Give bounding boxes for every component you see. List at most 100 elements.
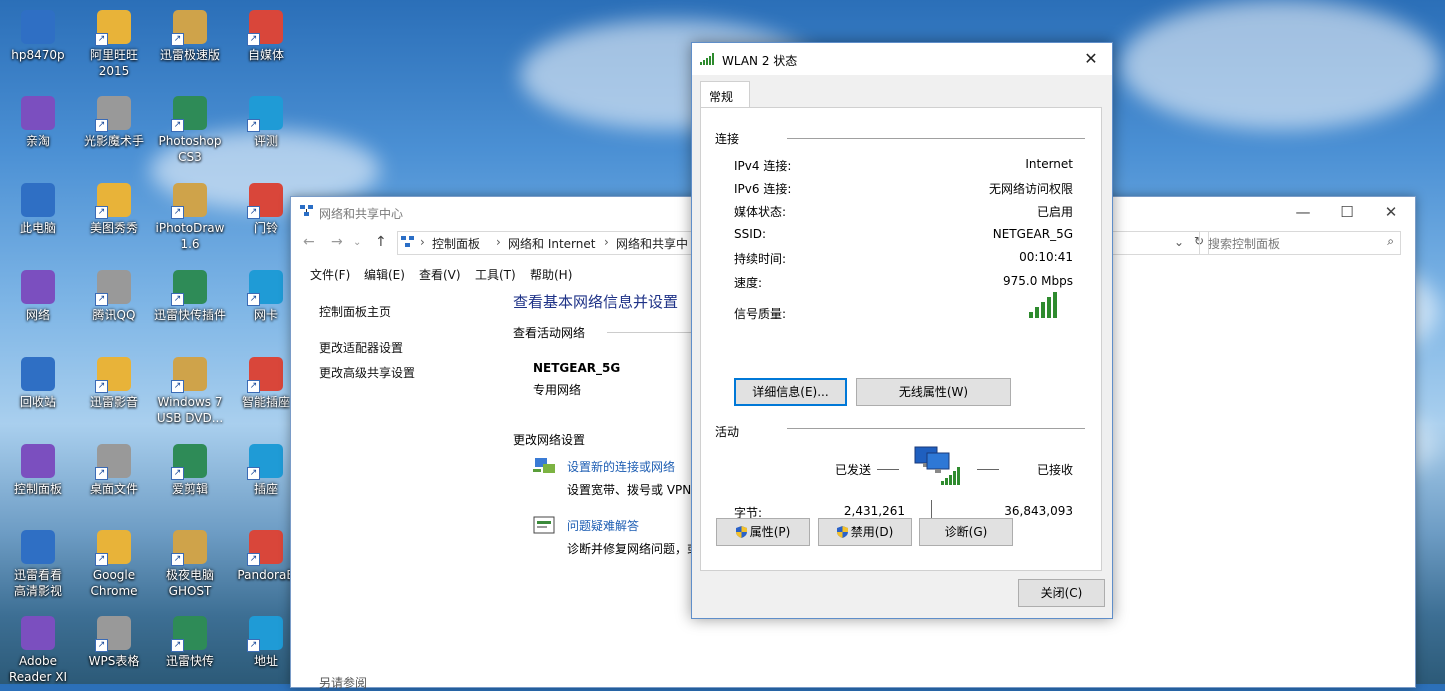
desktop-icon[interactable]: ↗ 爱剪辑 [152,444,228,497]
menu-edit[interactable]: 编辑(E) [364,266,405,283]
close-button[interactable]: 关闭(C) [1018,579,1105,607]
app-icon: ↗ [171,10,207,46]
desktop-icon[interactable]: ↗ Windows 7 USB DVD... [152,357,228,426]
troubleshoot-desc: 诊断并修复网络问题，或 [567,542,700,556]
speed-label: 速度: [734,276,763,290]
up-arrow-icon[interactable]: ↑ [375,234,387,250]
desktop-icon[interactable]: ↗ Photoshop CS3 [152,96,228,165]
forward-arrow-icon[interactable]: → [331,234,343,250]
maximize-button[interactable]: ☐ [1325,201,1369,223]
close-button[interactable]: ✕ [1369,201,1413,223]
main-content: 查看基本网络信息并设置 查看活动网络 NETGEAR_5G 专用网络 更改网络设… [513,287,699,687]
page-heading: 查看基本网络信息并设置 [513,293,679,311]
desktop-icon[interactable]: ↗ WPS表格 [76,616,152,669]
back-arrow-icon[interactable]: ← [303,234,315,250]
desktop-icon[interactable]: 控制面板 [0,444,76,497]
desktop-icon[interactable]: ↗ 迅雷极速版 [152,10,228,63]
shortcut-arrow-icon: ↗ [171,553,184,566]
desktop-icon[interactable]: 迅雷看看 高清影视 [0,530,76,599]
desktop-icon[interactable]: ↗ 阿里旺旺 2015 [76,10,152,79]
sidebar-item-advanced-sharing[interactable]: 更改高级共享设置 [319,364,415,381]
shortcut-arrow-icon: ↗ [95,33,108,46]
control-panel-icon [401,236,414,247]
diagnose-button[interactable]: 诊断(G) [919,518,1013,546]
desktop-icon[interactable]: ↗ 迅雷影音 [76,357,152,410]
wireless-properties-button[interactable]: 无线属性(W) [856,378,1011,406]
media-state-label: 媒体状态: [734,205,787,219]
desktop-icon[interactable]: Adobe Reader XI [0,616,76,685]
shortcut-arrow-icon: ↗ [247,206,260,219]
desktop-icon[interactable]: ↗ iPhotoDraw 1.6 [152,183,228,252]
desktop-icon-label: Google Chrome [90,568,138,598]
desktop-icon[interactable]: 回收站 [0,357,76,410]
sidebar-item-control-panel-home[interactable]: 控制面板主页 [319,303,391,320]
shortcut-arrow-icon: ↗ [171,639,184,652]
desktop-icon[interactable]: ↗ 腾讯QQ [76,270,152,323]
close-icon[interactable]: ✕ [1076,47,1106,71]
desktop-icon-label: 评测 [253,134,278,148]
desktop-icon[interactable]: ↗ 迅雷快传插件 [152,270,228,323]
desktop-icon[interactable]: ↗ Google Chrome [76,530,152,599]
desktop-icon-label: 迅雷快传 [165,654,214,668]
minimize-button[interactable]: — [1281,201,1325,223]
app-icon: ↗ [95,96,131,132]
menu-tools[interactable]: 工具(T) [475,266,516,283]
tab-general[interactable]: 常规 [700,81,750,108]
menu-view[interactable]: 查看(V) [419,266,461,283]
app-icon [21,530,55,564]
breadcrumb-network-internet[interactable]: 网络和 Internet [508,235,595,252]
activity-section-title: 活动 [715,425,740,439]
ipv6-label: IPv6 连接: [734,182,792,196]
ssid-label: SSID: [734,227,767,241]
app-icon: ↗ [247,183,283,219]
menu-file[interactable]: 文件(F) [310,266,350,283]
desktop-icon[interactable]: 网络 [0,270,76,323]
sidebar-item-adapter-settings[interactable]: 更改适配器设置 [319,339,403,356]
desktop-icon-label: 自媒体 [247,48,284,62]
desktop-icon-label: iPhotoDraw 1.6 [155,221,225,251]
app-icon: ↗ [171,357,207,393]
disable-button[interactable]: 禁用(D) [818,518,912,546]
bytes-received-value: 36,843,093 [1004,504,1073,518]
desktop-icon-label: Adobe Reader XI [8,654,68,684]
network-name: NETGEAR_5G [533,361,621,375]
shield-icon [735,526,747,538]
dialog-title-bar[interactable]: WLAN 2 状态 ✕ [692,43,1112,75]
troubleshoot-icon [533,516,555,534]
chevron-down-icon[interactable]: ⌄ [353,237,361,248]
desktop-icon[interactable]: hp8470p [0,10,76,63]
disable-button-label: 禁用(D) [850,525,894,539]
properties-button[interactable]: 属性(P) [716,518,810,546]
desktop-icon[interactable]: ↗ 美图秀秀 [76,183,152,236]
ipv4-label: IPv4 连接: [734,159,792,173]
desktop-icon[interactable]: ↗ 自媒体 [228,10,304,63]
menu-help[interactable]: 帮助(H) [530,266,572,283]
setup-connection-link[interactable]: 设置新的连接或网络 [567,458,675,475]
breadcrumb-nsc[interactable]: 网络和共享中 [616,235,688,252]
address-dropdown-icon[interactable]: ⌄ [1174,235,1184,249]
wlan-status-dialog[interactable]: WLAN 2 状态 ✕ 常规 连接 IPv4 连接: Internet IPv6… [691,42,1113,619]
shortcut-arrow-icon: ↗ [171,206,184,219]
desktop-icon[interactable]: 此电脑 [0,183,76,236]
desktop-icon[interactable]: 亲淘 [0,96,76,149]
shortcut-arrow-icon: ↗ [95,380,108,393]
shortcut-arrow-icon: ↗ [171,293,184,306]
app-icon: ↗ [95,616,131,652]
details-button[interactable]: 详细信息(E)... [734,378,847,406]
connection-section-title: 连接 [715,132,740,146]
desktop-icon-label: WPS表格 [88,654,140,668]
search-input[interactable]: 搜索控制面板 ⌕ [1199,231,1401,255]
desktop-icon[interactable]: ↗ 光影魔术手 [76,96,152,149]
desktop-icon[interactable]: ↗ 桌面文件 [76,444,152,497]
shortcut-arrow-icon: ↗ [247,380,260,393]
breadcrumb-separator: › [496,235,501,249]
sent-line [877,469,899,470]
duration-label: 持续时间: [734,252,787,266]
app-icon: ↗ [247,270,283,306]
breadcrumb-control-panel[interactable]: 控制面板 [432,235,480,252]
troubleshoot-link[interactable]: 问题疑难解答 [567,517,639,534]
desktop-icon[interactable]: ↗ 迅雷快传 [152,616,228,669]
desktop-icon[interactable]: ↗ 评测 [228,96,304,149]
active-networks-label: 查看活动网络 [513,326,586,340]
desktop-icon[interactable]: ↗ 极夜电脑 GHOST [152,530,228,599]
